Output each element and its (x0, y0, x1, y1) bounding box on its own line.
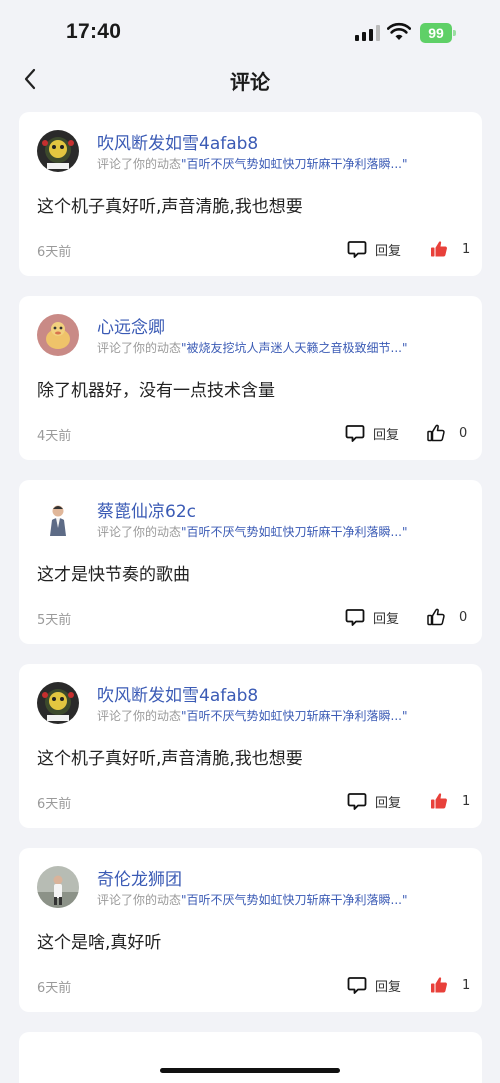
reply-button[interactable]: 回复 (347, 237, 401, 261)
cellular-signal-icon (355, 25, 381, 45)
comment-card[interactable] (19, 1032, 482, 1083)
comment-context[interactable]: 评论了你的动态"被烧友挖坑人声迷人天籁之音极致细节..." (97, 339, 408, 356)
comment-time: 4天前 (37, 429, 72, 444)
post-excerpt[interactable]: "被烧友挖坑人声迷人天籁之音极致细节..." (181, 341, 407, 355)
post-excerpt[interactable]: "百听不厌气势如虹快刀斩麻干净利落瞬..." (181, 157, 407, 171)
comment-username[interactable]: 吹风断发如雪4afab8 (97, 681, 258, 706)
thumbs-up-outline-icon (427, 424, 445, 442)
comment-context[interactable]: 评论了你的动态"百听不厌气势如虹快刀斩麻干净利落瞬..." (97, 891, 408, 908)
comment-list: 吹风断发如雪4afab8 评论了你的动态"百听不厌气势如虹快刀斩麻干净利落瞬..… (19, 112, 482, 1083)
like-button[interactable]: 0 (427, 605, 467, 629)
comment-username[interactable]: 心远念卿 (97, 313, 165, 338)
like-count: 1 (462, 977, 471, 993)
nav-bar: 评论 (0, 60, 500, 100)
comment-card[interactable]: 吹风断发如雪4afab8 评论了你的动态"百听不厌气势如虹快刀斩麻干净利落瞬..… (19, 112, 482, 276)
comment-time: 6天前 (37, 981, 72, 996)
comment-text: 除了机器好，没有一点技术含量 (37, 381, 275, 401)
like-count: 0 (459, 425, 468, 441)
comment-action: 评论了你的动态 (97, 709, 182, 723)
status-time: 17:40 (66, 20, 122, 43)
comment-text: 这个是啥,真好听 (37, 933, 162, 953)
reply-label: 回复 (373, 427, 400, 443)
like-count: 1 (462, 793, 471, 809)
comment-time: 6天前 (37, 797, 72, 812)
comment-bubble-icon (347, 241, 367, 258)
status-bar: 17:40 99 (0, 0, 500, 60)
avatar[interactable] (37, 682, 79, 724)
like-count: 1 (462, 241, 471, 257)
comment-context[interactable]: 评论了你的动态"百听不厌气势如虹快刀斩麻干净利落瞬..." (97, 707, 408, 724)
comment-bubble-icon (345, 425, 365, 442)
reply-button[interactable]: 回复 (347, 973, 401, 997)
comment-card[interactable]: 心远念卿 评论了你的动态"被烧友挖坑人声迷人天籁之音极致细节..." 除了机器好… (19, 296, 482, 460)
reply-label: 回复 (375, 979, 402, 995)
like-button[interactable]: 0 (427, 421, 467, 445)
reply-button[interactable]: 回复 (347, 789, 401, 813)
thumbs-up-outline-icon (427, 608, 445, 626)
comment-bubble-icon (347, 793, 367, 810)
thumbs-up-filled-icon (431, 241, 447, 257)
comment-card[interactable]: 吹风断发如雪4afab8 评论了你的动态"百听不厌气势如虹快刀斩麻干净利落瞬..… (19, 664, 482, 828)
comment-username[interactable]: 蔡蓖仙凉62c (97, 497, 196, 522)
battery-level: 99 (420, 23, 452, 43)
comment-card[interactable]: 奇伦龙狮团 评论了你的动态"百听不厌气势如虹快刀斩麻干净利落瞬..." 这个是啥… (19, 848, 482, 1012)
avatar[interactable] (37, 130, 79, 172)
reply-label: 回复 (373, 611, 400, 627)
page-title: 评论 (230, 70, 270, 94)
reply-label: 回复 (375, 795, 402, 811)
comment-action: 评论了你的动态 (97, 157, 182, 171)
avatar[interactable] (37, 866, 79, 908)
comment-bubble-icon (347, 977, 367, 994)
comment-context[interactable]: 评论了你的动态"百听不厌气势如虹快刀斩麻干净利落瞬..." (97, 155, 408, 172)
wifi-icon (386, 22, 412, 46)
thumbs-up-filled-icon (431, 793, 447, 809)
thumbs-up-filled-icon (431, 977, 447, 993)
like-count: 0 (459, 609, 468, 625)
comment-text: 这才是快节奏的歌曲 (37, 565, 190, 585)
reply-label: 回复 (375, 243, 402, 259)
like-button[interactable]: 1 (430, 789, 470, 813)
post-excerpt[interactable]: "百听不厌气势如虹快刀斩麻干净利落瞬..." (181, 525, 407, 539)
battery-icon: 99 (420, 23, 456, 43)
comment-text: 这个机子真好听,声音清脆,我也想要 (37, 197, 303, 217)
like-button[interactable]: 1 (430, 973, 470, 997)
post-excerpt[interactable]: "百听不厌气势如虹快刀斩麻干净利落瞬..." (181, 709, 407, 723)
avatar[interactable] (37, 498, 79, 540)
like-button[interactable]: 1 (430, 237, 470, 261)
comment-username[interactable]: 吹风断发如雪4afab8 (97, 129, 258, 154)
comment-card[interactable]: 蔡蓖仙凉62c 评论了你的动态"百听不厌气势如虹快刀斩麻干净利落瞬..." 这才… (19, 480, 482, 644)
comment-time: 5天前 (37, 613, 72, 628)
post-excerpt[interactable]: "百听不厌气势如虹快刀斩麻干净利落瞬..." (181, 893, 407, 907)
comment-text: 这个机子真好听,声音清脆,我也想要 (37, 749, 303, 769)
comment-action: 评论了你的动态 (97, 341, 182, 355)
comment-action: 评论了你的动态 (97, 525, 182, 539)
reply-button[interactable]: 回复 (345, 421, 399, 445)
home-indicator[interactable] (160, 1068, 340, 1073)
reply-button[interactable]: 回复 (345, 605, 399, 629)
comment-username[interactable]: 奇伦龙狮团 (97, 865, 182, 890)
comment-bubble-icon (345, 609, 365, 626)
avatar[interactable] (37, 314, 79, 356)
comment-action: 评论了你的动态 (97, 893, 182, 907)
comment-time: 6天前 (37, 245, 72, 260)
comment-context[interactable]: 评论了你的动态"百听不厌气势如虹快刀斩麻干净利落瞬..." (97, 523, 408, 540)
